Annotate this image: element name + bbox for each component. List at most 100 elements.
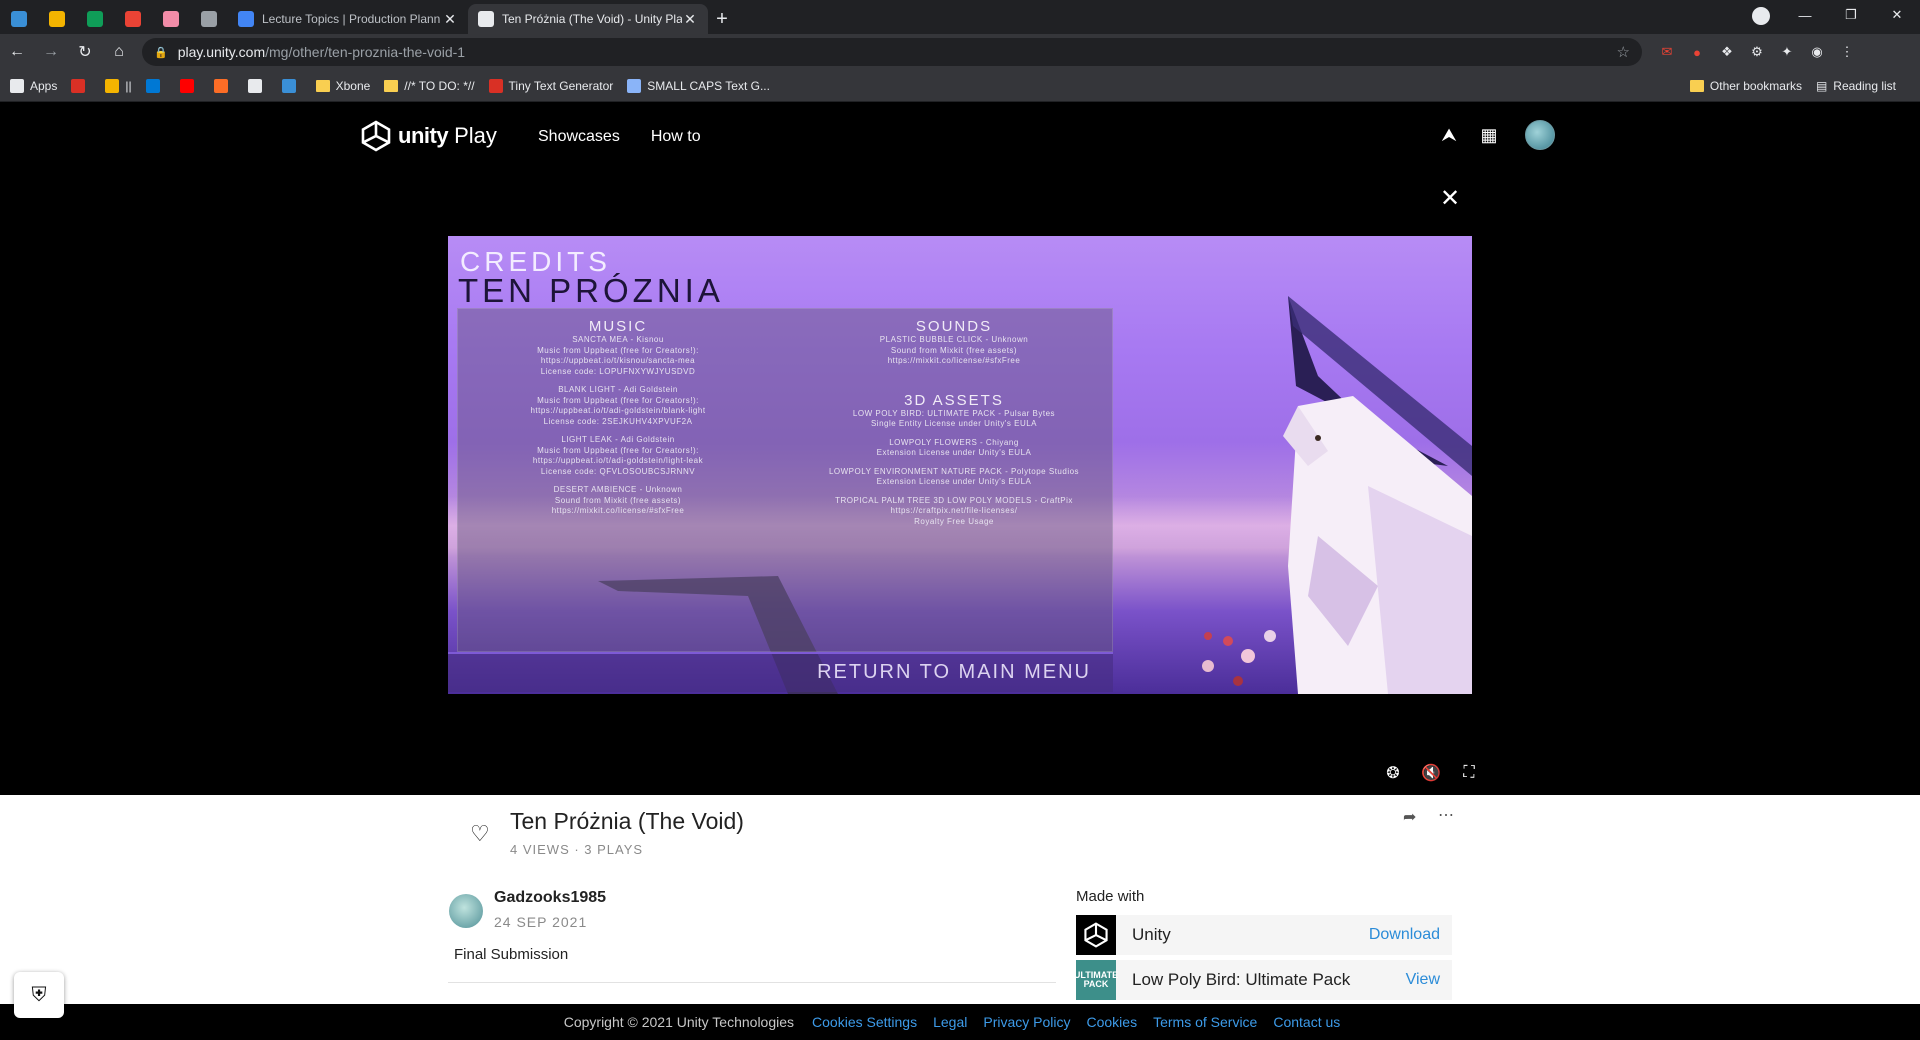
reload-button[interactable]: ↻ xyxy=(68,37,102,67)
close-tab-icon[interactable]: ✕ xyxy=(442,11,458,28)
nav-showcases[interactable]: Showcases xyxy=(538,128,620,146)
edge-icon xyxy=(281,78,296,93)
share-icon[interactable]: ➦ xyxy=(1403,807,1416,827)
more-options-icon[interactable]: ⋯ xyxy=(1438,805,1454,825)
bookmarks-bar: Apps || Xbone //* TO DO: *// Tiny Text Gener… xyxy=(0,70,1920,102)
footer-link-privacy[interactable]: Privacy Policy xyxy=(983,1014,1070,1030)
sounds-assets-column: SOUNDS PLASTIC BUBBLE CLICK - Unknown Sou… xyxy=(794,319,1114,535)
bookmark-item[interactable] xyxy=(145,78,166,93)
unity-play-logo[interactable]: unity Play xyxy=(360,120,497,152)
upload-icon[interactable]: ⮝ xyxy=(1439,125,1459,145)
profile-download-icon[interactable] xyxy=(1752,7,1770,25)
footer-link-contact[interactable]: Contact us xyxy=(1273,1014,1340,1030)
notification-extension-icon[interactable]: ● xyxy=(1685,42,1709,62)
bookmark-item[interactable]: SMALL CAPS Text G... xyxy=(627,78,770,93)
bookmark-star-icon[interactable]: ☆ xyxy=(1617,43,1630,61)
back-button[interactable]: ← xyxy=(0,37,34,67)
author-name[interactable]: Gadzooks1985 xyxy=(494,889,606,907)
credit-line: https://uppbeat.io/t/adi-goldstein/blank… xyxy=(530,406,706,415)
credit-line: Extension License under Unity's EULA xyxy=(876,448,1032,457)
pinned-tab[interactable] xyxy=(76,4,114,34)
puzzle-extensions-icon[interactable]: ✦ xyxy=(1775,42,1799,62)
forward-button[interactable]: → xyxy=(34,37,68,67)
author-avatar[interactable] xyxy=(449,894,483,928)
bookmark-item[interactable]: Tiny Text Generator xyxy=(488,78,613,93)
close-tab-icon[interactable]: ✕ xyxy=(682,11,698,28)
bookmark-item[interactable] xyxy=(71,78,91,93)
gmail-extension-icon[interactable]: ✉ xyxy=(1655,42,1679,62)
close-window-button[interactable]: ✕ xyxy=(1874,0,1920,30)
footer-link-legal[interactable]: Legal xyxy=(933,1014,967,1030)
bookmark-item[interactable] xyxy=(179,78,200,93)
browser-tab[interactable]: Ten Próżnia (The Void) - Unity Pla ✕ xyxy=(468,4,708,34)
tab-title: Lecture Topics | Production Plann xyxy=(262,12,441,26)
made-with-label: Made with xyxy=(1076,888,1145,905)
credit-line: Extension License under Unity's EULA xyxy=(876,477,1032,486)
globe-icon xyxy=(201,11,217,27)
pinned-tab[interactable] xyxy=(152,4,190,34)
bookmark-item[interactable]: //* TO DO: *// xyxy=(384,78,475,93)
heart-icon[interactable]: ♡ xyxy=(470,821,490,847)
credit-line: SANCTA MEA - Kisnou xyxy=(572,335,664,344)
youtube-icon xyxy=(179,78,194,93)
apps-grid-icon[interactable]: ▦ xyxy=(1479,125,1499,145)
bookmark-item[interactable] xyxy=(213,78,234,93)
credit-line: Sound from Mixkit (free assets) xyxy=(554,495,682,505)
credit-line: https://mixkit.co/license/#sfxFree xyxy=(887,356,1021,365)
publish-date: 24 SEP 2021 xyxy=(494,914,588,930)
bookmark-label: Xbone xyxy=(335,78,371,93)
site-footer: Copyright © 2021 Unity Technologies Cook… xyxy=(0,1004,1920,1040)
credit-line: Music from Uppbeat (free for Creators!): xyxy=(537,445,699,455)
extension-icon[interactable]: ⚙ xyxy=(1745,42,1769,62)
bookmark-item[interactable]: Apps xyxy=(10,78,57,93)
credit-line: TROPICAL PALM TREE 3D LOW POLY MODELS - … xyxy=(835,495,1073,505)
project-description: Final Submission xyxy=(454,946,569,963)
close-player-icon[interactable]: ✕ xyxy=(1440,184,1460,213)
home-button[interactable]: ⌂ xyxy=(102,37,136,67)
sounds-heading: SOUNDS xyxy=(915,318,993,335)
credit-line: License code: 2SEJKUHV4XPVUF2A xyxy=(543,416,693,426)
credit-line: License code: QFVLOSOUBCSJRNNV xyxy=(540,466,696,476)
nav-how-to[interactable]: How to xyxy=(651,128,701,146)
extension-icon[interactable]: ❖ xyxy=(1715,42,1739,62)
fullscreen-icon[interactable]: ⛶ xyxy=(1458,762,1480,784)
asset-thumbnail: ULTIMATE PACK xyxy=(1074,960,1118,1000)
pinned-tab[interactable] xyxy=(38,4,76,34)
footer-link-terms[interactable]: Terms of Service xyxy=(1153,1014,1257,1030)
pinned-tab[interactable] xyxy=(190,4,228,34)
profile-avatar-icon[interactable]: ◉ xyxy=(1805,42,1829,62)
music-column: MUSIC SANCTA MEA - Kisnou Music from Uppb… xyxy=(458,319,778,525)
privacy-shield-button[interactable]: ⛨ xyxy=(14,972,64,1018)
view-link[interactable]: View xyxy=(1406,971,1440,989)
drive-icon xyxy=(87,11,103,27)
bookmark-item[interactable]: || xyxy=(105,78,132,93)
address-bar[interactable]: 🔒 play.unity.com/mg/other/ten-proznia-th… xyxy=(142,38,1642,66)
download-link[interactable]: Download xyxy=(1369,926,1440,944)
reading-list[interactable]: ▤ Reading list xyxy=(1816,79,1896,93)
pinned-tab[interactable] xyxy=(0,4,38,34)
bookmark-item[interactable] xyxy=(281,78,302,93)
minimize-button[interactable]: — xyxy=(1782,0,1828,30)
bookmark-label: //* TO DO: *// xyxy=(404,78,475,93)
bookmark-item[interactable] xyxy=(247,78,268,93)
game-canvas[interactable]: CREDITS TEN PRÓZNIA MUSIC SANCTA MEA - K… xyxy=(448,236,1472,694)
restore-button[interactable]: ❐ xyxy=(1828,0,1874,30)
other-bookmarks[interactable]: Other bookmarks xyxy=(1689,79,1802,93)
return-to-main-menu-button[interactable]: RETURN TO MAIN MENU xyxy=(448,652,1113,692)
new-tab-button[interactable]: + xyxy=(708,4,736,34)
mute-icon[interactable]: 🔇 xyxy=(1420,762,1442,784)
credit-line: Royalty Free Usage xyxy=(914,516,994,526)
browser-tab[interactable]: Lecture Topics | Production Plann ✕ xyxy=(228,4,468,34)
app-icon xyxy=(163,11,179,27)
credit-entry: DESERT AMBIENCE - Unknown Sound from Mixk… xyxy=(458,485,778,517)
bookmark-item[interactable]: Xbone xyxy=(315,78,371,93)
unity-logo-icon xyxy=(1076,915,1116,955)
user-avatar[interactable] xyxy=(1525,120,1555,150)
footer-link-cookies-settings[interactable]: Cookies Settings xyxy=(812,1014,917,1030)
screenshot-icon[interactable]: ❂ xyxy=(1382,762,1404,784)
kebab-menu-icon[interactable]: ⋮ xyxy=(1835,42,1859,62)
site-header: unity Play Showcases How to ⮝ ▦ xyxy=(0,102,1920,172)
footer-link-cookies[interactable]: Cookies xyxy=(1087,1014,1138,1030)
pinned-tab[interactable] xyxy=(114,4,152,34)
bookmark-label: || xyxy=(125,78,132,93)
